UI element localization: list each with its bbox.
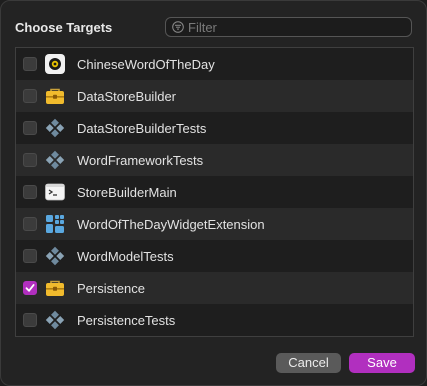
target-name: WordOfTheDayWidgetExtension xyxy=(77,217,265,232)
target-checkbox[interactable] xyxy=(23,89,37,103)
target-checkbox[interactable] xyxy=(23,121,37,135)
target-checkbox[interactable] xyxy=(23,185,37,199)
target-name: WordFrameworkTests xyxy=(77,153,204,168)
toolbox-icon xyxy=(46,280,64,296)
target-checkbox[interactable] xyxy=(23,217,37,231)
target-name: PersistenceTests xyxy=(77,313,176,328)
target-name: Persistence xyxy=(77,281,145,296)
test-diamond-icon xyxy=(45,310,65,330)
choose-targets-dialog: Choose Targets ChineseWordOfTheDay xyxy=(0,0,427,386)
target-checkbox[interactable] xyxy=(23,249,37,263)
target-row[interactable]: WordModelTests xyxy=(16,240,413,272)
target-row[interactable]: DataStoreBuilderTests xyxy=(16,112,413,144)
dialog-title: Choose Targets xyxy=(15,20,113,35)
target-row[interactable]: Persistence xyxy=(16,272,413,304)
targets-list: ChineseWordOfTheDay DataStoreBuilder Dat… xyxy=(15,47,414,337)
target-row[interactable]: StoreBuilderMain xyxy=(16,176,413,208)
target-name: ChineseWordOfTheDay xyxy=(77,57,215,72)
target-name: DataStoreBuilderTests xyxy=(77,121,207,136)
test-diamond-icon xyxy=(45,246,65,266)
filter-icon xyxy=(172,21,184,33)
cancel-button[interactable]: Cancel xyxy=(276,353,341,373)
target-checkbox[interactable] xyxy=(23,153,37,167)
target-row[interactable]: PersistenceTests xyxy=(16,304,413,336)
app-icon xyxy=(45,54,65,74)
filter-field[interactable] xyxy=(165,17,412,37)
filter-input[interactable] xyxy=(188,19,398,35)
save-button[interactable]: Save xyxy=(349,353,415,373)
target-row[interactable]: WordFrameworkTests xyxy=(16,144,413,176)
target-name: DataStoreBuilder xyxy=(77,89,176,104)
target-checkbox[interactable] xyxy=(23,281,37,295)
widget-extension-icon xyxy=(46,215,64,233)
target-row[interactable]: WordOfTheDayWidgetExtension xyxy=(16,208,413,240)
target-checkbox[interactable] xyxy=(23,57,37,71)
target-name: StoreBuilderMain xyxy=(77,185,177,200)
target-row[interactable]: DataStoreBuilder xyxy=(16,80,413,112)
target-name: WordModelTests xyxy=(77,249,174,264)
terminal-icon xyxy=(45,183,65,201)
checkmark-icon xyxy=(25,284,35,292)
toolbox-icon xyxy=(46,88,64,104)
target-row[interactable]: ChineseWordOfTheDay xyxy=(16,48,413,80)
test-diamond-icon xyxy=(45,118,65,138)
target-checkbox[interactable] xyxy=(23,313,37,327)
test-diamond-icon xyxy=(45,150,65,170)
